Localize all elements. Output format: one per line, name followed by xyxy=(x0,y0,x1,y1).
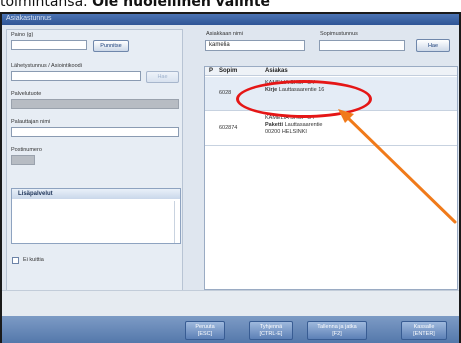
cancel-key: [ESC] xyxy=(197,331,213,337)
extra-services-header: Lisäpalvelut xyxy=(12,189,180,199)
save-continue-button[interactable]: Tallenna ja jatka [F2] xyxy=(307,321,367,340)
service-label: Palvelutuote xyxy=(11,91,42,97)
save-continue-key: [F2] xyxy=(332,331,342,337)
header-contract: Sopim xyxy=(219,68,238,74)
tracking-input[interactable] xyxy=(11,71,141,81)
caption-text: toimintansa. xyxy=(0,0,93,10)
customer-search-button[interactable]: Hae xyxy=(416,39,450,52)
row-contract: 6028 xyxy=(219,90,232,96)
service-field xyxy=(11,99,179,109)
recipient-input[interactable] xyxy=(11,127,179,137)
checkout-button[interactable]: Kassalle [ENTER] xyxy=(401,321,447,340)
no-receipt-checkbox[interactable] xyxy=(12,257,19,264)
postcode-label: Postinumero xyxy=(11,147,42,153)
caption-bold-text: Ole huolellinen valinte xyxy=(92,0,271,10)
clear-key: [CTRL-E] xyxy=(259,331,283,337)
postcode-field xyxy=(11,155,35,165)
results-header: P Sopim Asiakas xyxy=(205,67,457,76)
extra-services-list[interactable]: Lisäpalvelut xyxy=(11,188,181,244)
instruction-caption: toimintansa. Ole huolellinen valinte xyxy=(0,0,461,12)
clear-button[interactable]: Tyhjennä [CTRL-E] xyxy=(249,321,293,340)
row-contract: 602874 xyxy=(219,125,238,131)
action-bar: Peruuta [ESC] Tyhjennä [CTRL-E] Tallenna… xyxy=(2,316,459,343)
tracking-label: Lähetystunnus / Asiointikoodi xyxy=(11,63,82,69)
header-p: P xyxy=(209,68,214,74)
customer-name-input[interactable]: kamelia xyxy=(205,40,305,51)
checkout-key: [ENTER] xyxy=(413,331,435,337)
shipment-panel: Paino (g) Punnitse Lähetystunnus / Asioi… xyxy=(6,29,183,299)
checkout-label: Kassalle xyxy=(413,324,435,330)
table-row[interactable]: 602874 KAMELIA SHOP OY Paketti Lauttasaa… xyxy=(205,112,457,146)
contract-label: Sopimustunnus xyxy=(320,31,358,37)
tracking-search-button[interactable]: Hae xyxy=(146,71,179,83)
save-continue-label: Tallenna ja jatka xyxy=(317,324,357,330)
title-bar: Asiakastunnus xyxy=(2,14,459,25)
highlight-oval xyxy=(236,80,372,118)
recipient-label: Palauttajan nimi xyxy=(11,119,51,125)
cancel-button[interactable]: Peruuta [ESC] xyxy=(185,321,225,340)
weigh-button[interactable]: Punnitse xyxy=(93,40,129,52)
no-receipt-label: Ei kuittia xyxy=(23,257,44,263)
customer-name-label: Asiakkaan nimi xyxy=(206,31,243,37)
weight-label: Paino (g) xyxy=(11,32,34,38)
row-address: Lauttasaarentie xyxy=(284,122,323,128)
dialog-window: Asiakastunnus Paino (g) Punnitse Lähetys… xyxy=(0,12,461,343)
row-city: 00200 HELSINKI xyxy=(265,129,307,135)
contract-input[interactable] xyxy=(319,40,405,51)
clear-label: Tyhjennä xyxy=(259,324,283,330)
window-title: Asiakastunnus xyxy=(6,15,52,22)
extra-services-scrollbar[interactable] xyxy=(174,201,179,243)
cancel-label: Peruuta xyxy=(195,324,215,330)
row-type: Paketti xyxy=(265,122,284,128)
status-area xyxy=(2,290,459,316)
header-customer: Asiakas xyxy=(265,68,288,74)
weight-input[interactable] xyxy=(11,40,87,50)
